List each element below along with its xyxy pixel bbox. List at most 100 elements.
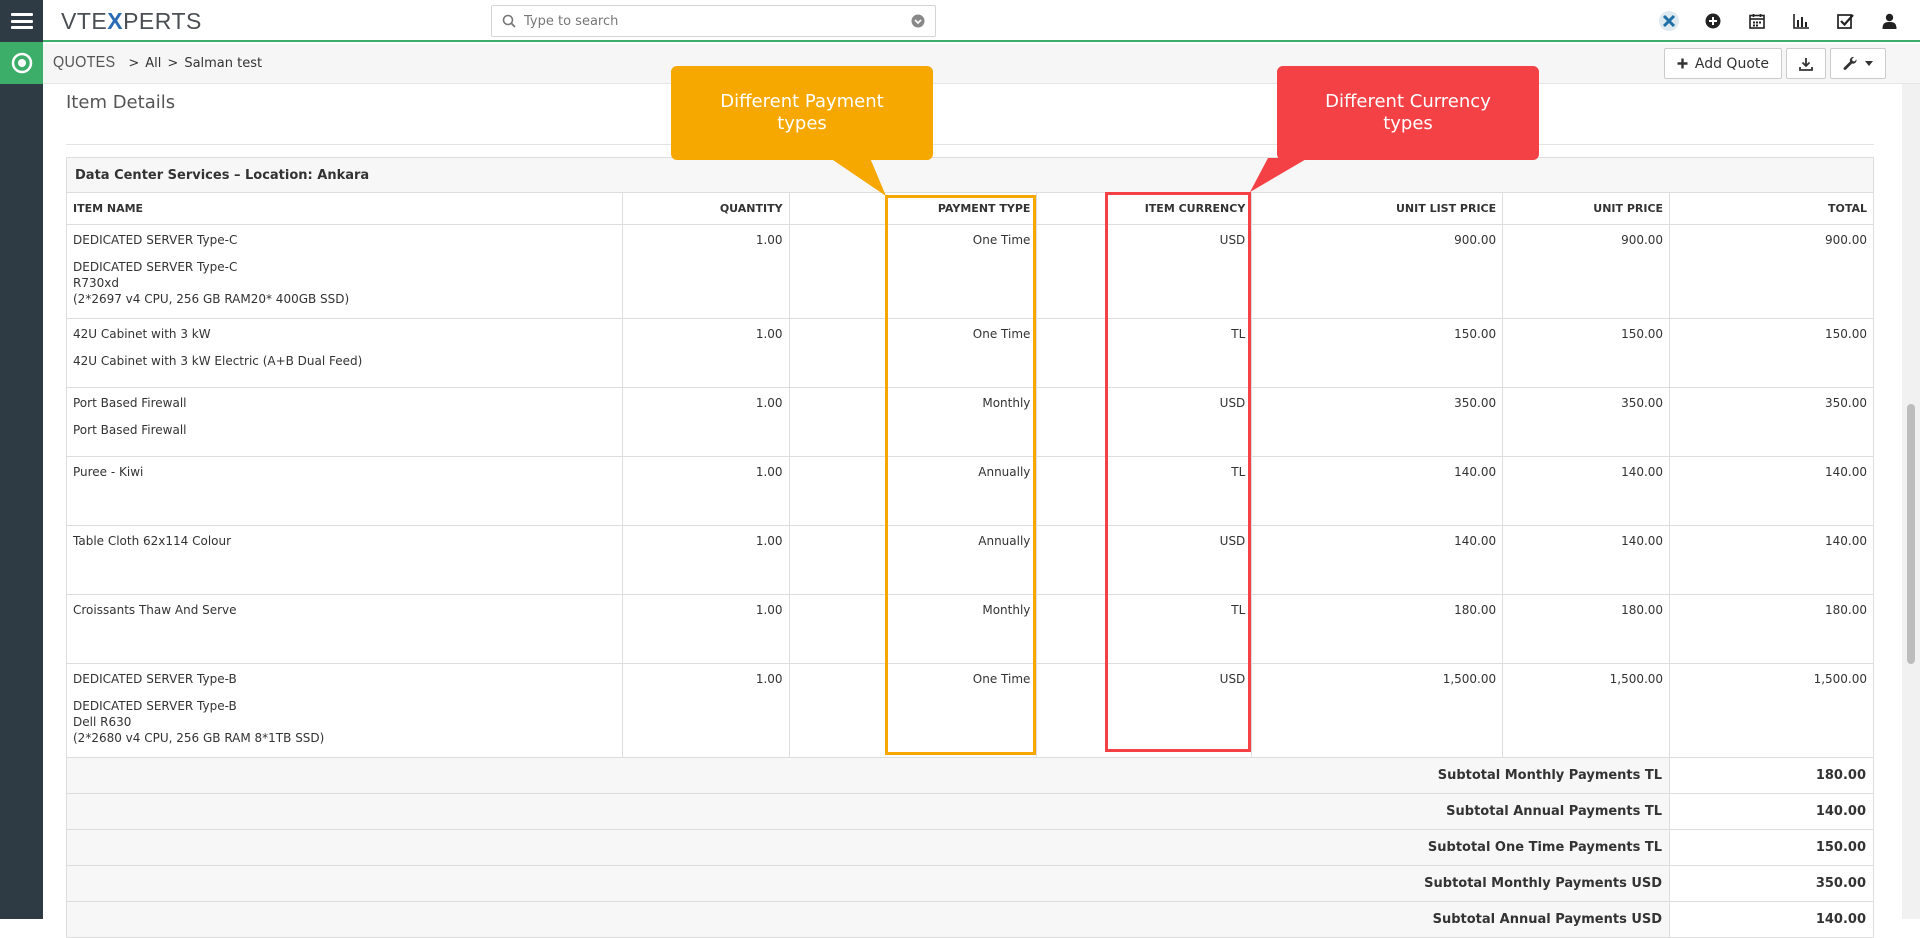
section-title: Item Details xyxy=(66,92,176,113)
unit-list-price-cell: 140.00 xyxy=(1251,456,1504,526)
item-name-cell: Croissants Thaw And Serve xyxy=(66,594,623,664)
subtotal-label: Subtotal Monthly Payments TL xyxy=(65,757,1671,794)
breadcrumb-separator: > xyxy=(128,55,140,71)
add-quote-button[interactable]: Add Quote xyxy=(1663,48,1782,79)
quantity-cell: 1.00 xyxy=(621,663,790,758)
settings-dropdown-button[interactable] xyxy=(1830,48,1886,79)
item-name-cell: Port Based Firewall Port Based Firewall xyxy=(66,387,623,457)
item-description-line: DEDICATED SERVER Type-C xyxy=(73,260,238,274)
app-logo[interactable]: VTEXPERTS xyxy=(61,8,202,35)
quantity-cell: 1.00 xyxy=(621,525,790,595)
import-button[interactable] xyxy=(1786,48,1826,79)
header-unit-list-price: UNIT LIST PRICE xyxy=(1251,192,1504,225)
item-description-line: DEDICATED SERVER Type-B xyxy=(73,699,237,713)
task-check-icon[interactable] xyxy=(1834,10,1856,32)
quantity-cell: 1.00 xyxy=(621,456,790,526)
breadcrumb-filter[interactable]: All xyxy=(145,56,161,71)
unit-list-price-cell: 900.00 xyxy=(1251,224,1504,319)
breadcrumb-record: Salman test xyxy=(184,55,263,71)
currency-types-callout: Different Currency types xyxy=(1277,66,1539,160)
group-label: Data Center Services – Location: Ankara xyxy=(66,157,1874,193)
global-search xyxy=(491,5,936,37)
item-description-line: Port Based Firewall xyxy=(73,423,187,437)
unit-price-cell: 140.00 xyxy=(1502,456,1671,526)
unit-price-cell: 140.00 xyxy=(1502,525,1671,595)
item-name: DEDICATED SERVER Type-B xyxy=(73,672,237,686)
subtotal-label: Subtotal Annual Payments TL xyxy=(65,793,1671,830)
total-cell: 350.00 xyxy=(1669,387,1874,457)
scrollbar-thumb[interactable] xyxy=(1907,404,1915,664)
item-name-cell: 42U Cabinet with 3 kW 42U Cabinet with 3… xyxy=(66,318,623,388)
unit-price-cell: 180.00 xyxy=(1502,594,1671,664)
quantity-cell: 1.00 xyxy=(621,594,790,664)
user-icon[interactable] xyxy=(1878,10,1900,32)
payment-type-highlight-box xyxy=(885,195,1036,755)
target-icon xyxy=(11,52,32,74)
unit-list-price-cell: 140.00 xyxy=(1251,525,1504,595)
breadcrumb-separator: > xyxy=(167,55,179,71)
add-plus-icon[interactable] xyxy=(1702,10,1724,32)
item-name-cell: Puree - Kiwi xyxy=(66,456,623,526)
section-divider xyxy=(66,144,1874,145)
subtotal-label: Subtotal Monthly Payments USD xyxy=(65,865,1671,902)
subtotal-value: 140.00 xyxy=(1669,793,1874,830)
subtotal-row: Subtotal Annual Payments TL 140.00 xyxy=(65,793,1874,830)
group-row: Data Center Services – Location: Ankara xyxy=(66,157,1874,193)
item-name-cell: Table Cloth 62x114 Colour xyxy=(66,525,623,595)
search-input[interactable] xyxy=(524,13,911,29)
quantity-cell: 1.00 xyxy=(621,318,790,388)
item-name-cell: DEDICATED SERVER Type-B DEDICATED SERVER… xyxy=(66,663,623,758)
item-name: DEDICATED SERVER Type-C xyxy=(73,233,238,247)
vertical-scrollbar[interactable] xyxy=(1902,84,1920,919)
calendar-icon[interactable] xyxy=(1746,10,1768,32)
unit-price-cell: 350.00 xyxy=(1502,387,1671,457)
app-menu-button[interactable] xyxy=(0,0,43,42)
item-name: 42U Cabinet with 3 kW xyxy=(73,327,211,341)
header-quantity: QUANTITY xyxy=(621,192,790,225)
item-name-cell: DEDICATED SERVER Type-C DEDICATED SERVER… xyxy=(66,224,623,319)
module-home-button[interactable] xyxy=(0,42,43,84)
item-description-line: Dell R630 xyxy=(73,715,132,729)
subtotal-row: Subtotal Monthly Payments TL 180.00 xyxy=(65,757,1874,794)
currency-callout-pointer xyxy=(1250,158,1308,192)
logo-text-suffix: PERTS xyxy=(123,8,202,34)
item-name: Puree - Kiwi xyxy=(73,465,144,479)
item-name: Table Cloth 62x114 Colour xyxy=(73,534,232,548)
total-cell: 180.00 xyxy=(1669,594,1874,664)
breadcrumb: QUOTES > All > Salman test xyxy=(53,54,262,72)
subtotal-row: Subtotal One Time Payments TL 150.00 xyxy=(65,829,1874,866)
unit-list-price-cell: 1,500.00 xyxy=(1251,663,1504,758)
payment-callout-pointer xyxy=(830,158,886,196)
logo-text-prefix: VTE xyxy=(61,8,108,34)
total-cell: 140.00 xyxy=(1669,456,1874,526)
breadcrumb-module[interactable]: QUOTES xyxy=(53,54,115,72)
unit-price-cell: 150.00 xyxy=(1502,318,1671,388)
quantity-cell: 1.00 xyxy=(621,224,790,319)
currency-callout-text: Different Currency types xyxy=(1325,91,1491,134)
subtotal-label: Subtotal Annual Payments USD xyxy=(65,901,1671,938)
add-quote-label: Add Quote xyxy=(1694,55,1769,72)
unit-list-price-cell: 350.00 xyxy=(1251,387,1504,457)
item-name: Port Based Firewall xyxy=(73,396,187,410)
subtotal-value: 180.00 xyxy=(1669,757,1874,794)
plus-icon xyxy=(1677,58,1688,69)
breadcrumb-bar: QUOTES > All > Salman test Add Quote xyxy=(43,44,1920,84)
left-strip xyxy=(0,0,43,919)
chevron-down-circle-icon[interactable] xyxy=(911,14,925,28)
subtotal-row: Subtotal Annual Payments USD 140.00 xyxy=(65,901,1874,938)
total-cell: 900.00 xyxy=(1669,224,1874,319)
subtotal-value: 140.00 xyxy=(1669,901,1874,938)
header-item-name: ITEM NAME xyxy=(66,192,623,225)
header-total: TOTAL xyxy=(1669,192,1874,225)
search-icon xyxy=(502,14,516,28)
header-unit-price: UNIT PRICE xyxy=(1502,192,1671,225)
unit-list-price-cell: 180.00 xyxy=(1251,594,1504,664)
currency-highlight-box xyxy=(1105,192,1251,752)
download-icon xyxy=(1799,57,1813,71)
payment-callout-text: Different Payment types xyxy=(720,91,884,134)
bar-chart-icon[interactable] xyxy=(1790,10,1812,32)
vtexperts-x-icon[interactable] xyxy=(1658,10,1680,32)
total-cell: 140.00 xyxy=(1669,525,1874,595)
unit-price-cell: 1,500.00 xyxy=(1502,663,1671,758)
subtotal-value: 150.00 xyxy=(1669,829,1874,866)
